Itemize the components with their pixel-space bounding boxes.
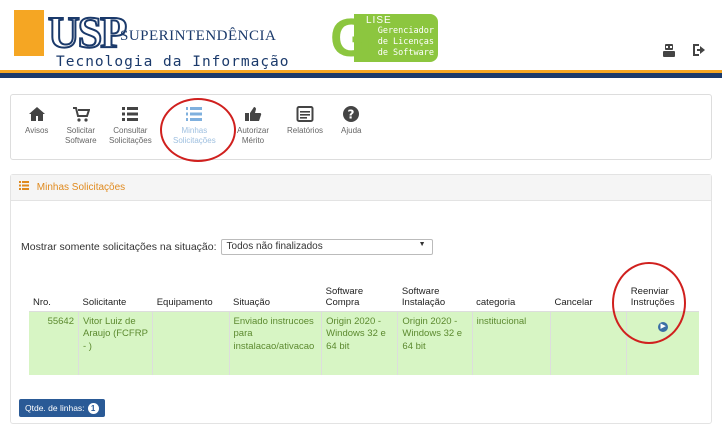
filter-label: Mostrar somente solicitações na situação… [21, 241, 217, 253]
annotation-circle-nav [160, 98, 236, 162]
nav-avisos[interactable]: Avisos [25, 105, 48, 136]
lise-subtitle-3: de Software [377, 48, 434, 58]
lise-subtitle-2: de Licenças [377, 37, 434, 47]
user-icon[interactable] [660, 42, 678, 60]
col-software-compra: Software Compra [321, 271, 398, 312]
thumbs-up-icon [244, 105, 262, 123]
situation-filter: Mostrar somente solicitações na situação… [21, 239, 433, 255]
situation-select[interactable]: Todos não finalizados ▼ [220, 239, 433, 255]
logout-icon[interactable] [690, 42, 708, 60]
question-icon: ? [342, 105, 360, 123]
nav-consultar-line1: Consultar [113, 126, 148, 135]
usp-ti-text: Tecnologia da Informação [56, 54, 290, 70]
lise-logo: LISE Gerenciador de Licenças de Software… [330, 8, 440, 68]
col-situacao: Situação [229, 271, 322, 312]
col-software-instalacao: Software Instalação [397, 271, 473, 312]
nav-consultar-line2: Solicitações [109, 136, 152, 145]
situation-select-value: Todos não finalizados [226, 241, 323, 252]
nav-solicitar-line2: Software [65, 136, 97, 145]
nav-avisos-label: Avisos [25, 126, 49, 135]
panel-title: Minhas Solicitações [36, 182, 126, 193]
cell-equipamento [152, 311, 230, 375]
minhas-solicitacoes-panel: Minhas Solicitações Mostrar somente soli… [10, 174, 712, 424]
cart-icon [72, 105, 91, 123]
col-equipamento: Equipamento [152, 271, 230, 312]
cell-software-compra: Origin 2020 - Windows 32 e 64 bit [321, 311, 398, 375]
chevron-down-icon: ▼ [418, 241, 426, 248]
main-toolbar: Avisos Solicitar Software Consultar Soli… [10, 94, 712, 160]
usp-logo-letters: USP [47, 8, 128, 57]
cell-nro: 55642 [47, 315, 74, 327]
rows-count-button[interactable]: Qtde. de linhas: 1 [19, 399, 105, 417]
list-icon [19, 181, 29, 193]
usp-logo: USP SUPERINTENDÊNCIA Tecnologia da Infor… [14, 8, 289, 72]
nav-solicitar-line1: Solicitar [66, 126, 96, 135]
table-header-row: Nro. Solicitante Equipamento Situação So… [29, 271, 699, 312]
annotation-circle-resend [612, 262, 686, 344]
nav-solicitar-software[interactable]: Solicitar Software [65, 105, 97, 146]
cell-situacao: Enviado instrucoes para instalacao/ativa… [228, 311, 322, 375]
nav-consultar-solicitacoes[interactable]: Consultar Solicitações [109, 105, 152, 146]
report-icon [296, 105, 314, 123]
cell-software-instalacao: Origin 2020 - Windows 32 e 64 bit [397, 311, 473, 375]
lise-g-letter: G [330, 8, 373, 68]
lise-title: LISE [366, 15, 392, 26]
col-solicitante: Solicitante [78, 271, 153, 312]
usp-superintendencia: SUPERINTENDÊNCIA [120, 28, 277, 44]
svg-text:?: ? [348, 108, 355, 122]
nav-relatorios[interactable]: Relatórios [287, 105, 323, 136]
lise-subtitle-1: Gerenciador [377, 26, 434, 36]
nav-autorizar-merito[interactable]: Autorizar Mérito [237, 105, 269, 146]
nav-autorizar-line1: Autorizar [237, 126, 270, 135]
list-icon [121, 105, 139, 123]
panel-heading: Minhas Solicitações [11, 175, 711, 201]
nav-ajuda[interactable]: ? Ajuda [341, 105, 361, 136]
nav-ajuda-label: Ajuda [341, 126, 362, 135]
nav-autorizar-line2: Mérito [241, 136, 265, 145]
home-icon [28, 105, 46, 123]
col-categoria: categoria [472, 271, 551, 312]
usp-logo-block [14, 10, 44, 56]
rows-count-label: Qtde. de linhas: [25, 403, 85, 413]
rows-count-badge: 1 [87, 402, 99, 414]
app-header: USP SUPERINTENDÊNCIA Tecnologia da Infor… [0, 0, 722, 78]
cell-categoria: institucional [471, 311, 551, 375]
requests-table: Nro. Solicitante Equipamento Situação So… [29, 271, 699, 375]
header-navy-bar [0, 73, 722, 78]
table-row: 55642 Vitor Luiz de Araujo (FCFRP - ) En… [29, 311, 699, 375]
cell-solicitante: Vitor Luiz de Araujo (FCFRP - ) [77, 311, 153, 375]
col-nro: Nro. [29, 271, 79, 312]
nav-relatorios-label: Relatórios [287, 126, 324, 135]
